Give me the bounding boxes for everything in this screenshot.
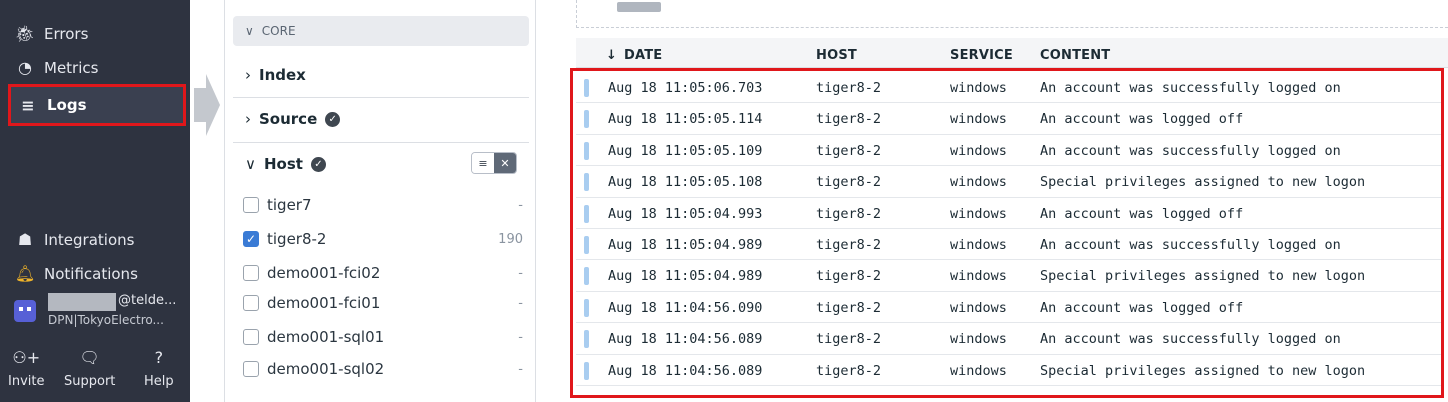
- core-section-header[interactable]: ∨ CORE: [233, 16, 529, 46]
- question-icon: ?: [154, 348, 164, 367]
- nav-item-notifications[interactable]: 🔔︎ Notifications: [14, 264, 138, 283]
- checkbox[interactable]: [243, 197, 259, 213]
- host-facet-item[interactable]: tiger7 -: [243, 193, 523, 217]
- divider: [233, 97, 529, 98]
- checkbox[interactable]: [243, 265, 259, 281]
- column-header-service[interactable]: SERVICE: [950, 48, 1013, 63]
- nav-item-label: Logs: [47, 96, 87, 114]
- redacted-pill: [617, 2, 661, 12]
- host-facet-item[interactable]: demo001-fci02 -: [243, 261, 523, 285]
- check-badge-icon: ✓: [325, 111, 341, 127]
- facet-label: Source: [259, 110, 318, 128]
- check-badge-icon: ✓: [310, 156, 326, 172]
- host-count: -: [518, 329, 523, 345]
- invite-button[interactable]: ⚇+ Invite: [8, 348, 44, 389]
- support-button[interactable]: 🗨︎ Support: [64, 348, 115, 389]
- close-icon[interactable]: ✕: [494, 153, 516, 173]
- add-user-icon: ⚇+: [12, 348, 41, 367]
- query-summary-bar: [576, 0, 1448, 28]
- nav-item-logs[interactable]: ≡ Logs: [8, 84, 186, 126]
- host-count: -: [518, 265, 523, 281]
- column-header-date[interactable]: DATE: [624, 48, 662, 63]
- host-facet-item[interactable]: demo001-sql01 -: [243, 325, 523, 349]
- nav-item-label: Integrations: [44, 230, 135, 249]
- host-name: demo001-sql02: [267, 360, 385, 378]
- logs-icon: ≡: [21, 95, 35, 115]
- host-name: demo001-sql01: [267, 328, 385, 346]
- checkbox[interactable]: [243, 295, 259, 311]
- host-count: 190: [498, 231, 523, 247]
- invite-label: Invite: [8, 374, 45, 389]
- user-email[interactable]: @telde...: [118, 293, 176, 308]
- chevron-down-icon: ∨: [245, 155, 256, 173]
- chevron-down-icon: ∨: [245, 24, 254, 38]
- core-label: CORE: [261, 24, 296, 38]
- facet-index[interactable]: › Index: [233, 66, 529, 84]
- bug-icon: 🐞︎: [14, 24, 36, 43]
- chevron-right-icon: ›: [245, 66, 251, 84]
- flow-arrow-icon: [194, 74, 220, 136]
- side-navigation: 🐞︎ Errors ◔ Metrics ≡ Logs ☗ Integration…: [0, 0, 190, 402]
- facet-panel: ∨ CORE › Index › Source ✓ ∨ Host ✓ ≡ ✕ t…: [224, 0, 536, 402]
- redacted-username: [48, 293, 116, 311]
- table-header: ↓ DATE HOST SERVICE CONTENT: [576, 38, 1448, 68]
- avatar[interactable]: [14, 300, 36, 322]
- host-count: -: [518, 197, 523, 213]
- host-name: demo001-fci01: [267, 294, 381, 312]
- host-count: -: [518, 361, 523, 377]
- nav-item-errors[interactable]: 🐞︎ Errors: [14, 24, 89, 43]
- help-label: Help: [144, 374, 174, 389]
- facet-label: Host: [263, 155, 303, 173]
- support-label: Support: [64, 374, 116, 389]
- nav-item-label: Metrics: [44, 58, 99, 77]
- highlight-box: [570, 68, 1444, 398]
- host-facet-item[interactable]: ✓ tiger8-2 190: [243, 227, 523, 251]
- nav-item-metrics[interactable]: ◔ Metrics: [14, 58, 98, 77]
- chat-bubble-icon: 🗨︎: [79, 348, 100, 367]
- gauge-icon: ◔: [18, 58, 32, 77]
- host-name: tiger7: [267, 196, 312, 214]
- user-org[interactable]: DPN|TokyoElectro...: [48, 313, 164, 327]
- puzzle-icon: ☗: [17, 230, 33, 249]
- host-name: tiger8-2: [267, 230, 327, 248]
- host-name: demo001-fci02: [267, 264, 381, 282]
- checkbox[interactable]: ✓: [243, 231, 259, 247]
- host-count: -: [518, 295, 523, 311]
- host-facet-actions: ≡ ✕: [471, 152, 517, 174]
- chevron-right-icon: ›: [245, 110, 251, 128]
- divider: [233, 142, 529, 143]
- checkbox[interactable]: [243, 361, 259, 377]
- facet-label: Index: [259, 66, 306, 84]
- column-header-host[interactable]: HOST: [816, 48, 857, 63]
- help-button[interactable]: ? Help: [144, 348, 174, 389]
- sort-desc-icon[interactable]: ↓: [606, 48, 617, 63]
- nav-item-integrations[interactable]: ☗ Integrations: [14, 230, 135, 249]
- column-header-content[interactable]: CONTENT: [1040, 48, 1110, 63]
- checkbox[interactable]: [243, 329, 259, 345]
- host-facet-item[interactable]: demo001-sql02 -: [243, 357, 523, 381]
- filter-icon[interactable]: ≡: [472, 153, 494, 173]
- facet-source[interactable]: › Source ✓: [233, 110, 529, 128]
- host-facet-item[interactable]: demo001-fci01 -: [243, 291, 523, 315]
- nav-item-label: Errors: [44, 24, 89, 43]
- bell-icon: 🔔︎: [14, 264, 36, 283]
- nav-item-label: Notifications: [44, 264, 138, 283]
